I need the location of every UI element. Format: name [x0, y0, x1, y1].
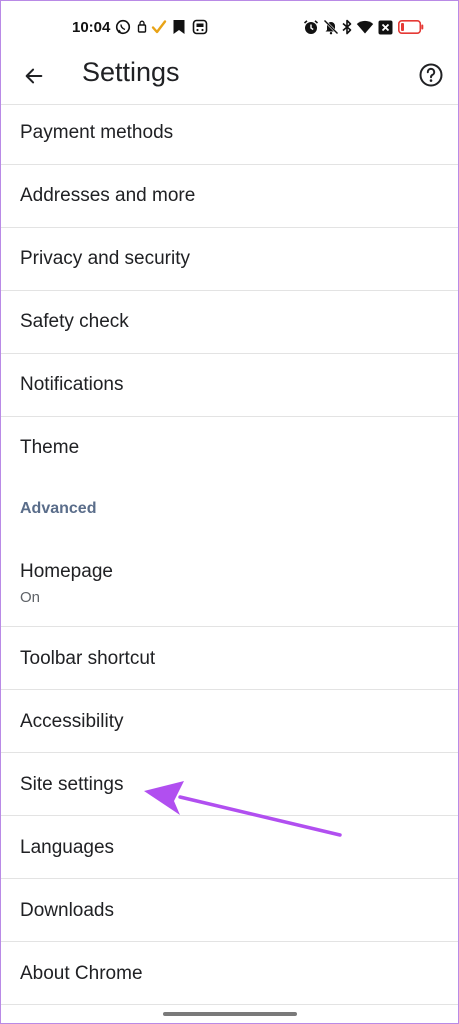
settings-item-label: Downloads [20, 900, 114, 921]
bus-icon [192, 18, 208, 36]
bookmark-icon [172, 18, 186, 36]
settings-item-privacy-security[interactable]: Privacy and security [0, 228, 459, 290]
alarm-icon [303, 18, 319, 36]
settings-item-label: Addresses and more [20, 185, 196, 206]
settings-item-label: About Chrome [20, 963, 143, 984]
settings-item-safety-check[interactable]: Safety check [0, 291, 459, 353]
help-button[interactable] [416, 60, 446, 90]
settings-item-label: Toolbar shortcut [20, 648, 156, 669]
settings-item-addresses[interactable]: Addresses and more [0, 165, 459, 227]
help-icon [419, 63, 443, 87]
settings-item-homepage[interactable]: Homepage On [0, 545, 459, 626]
settings-item-label: Accessibility [20, 711, 124, 732]
settings-item-label: Notifications [20, 374, 124, 395]
wifi-icon [356, 18, 374, 36]
app-bar: Settings [0, 48, 459, 104]
settings-item-label: Languages [20, 837, 115, 858]
settings-item-payment-methods[interactable]: Payment methods [0, 105, 459, 164]
settings-item-label: Safety check [20, 311, 129, 332]
settings-item-toolbar-shortcut[interactable]: Toolbar shortcut [0, 627, 459, 689]
settings-item-summary: On [20, 589, 41, 606]
settings-item-notifications[interactable]: Notifications [0, 354, 459, 416]
settings-item-label: Theme [20, 437, 80, 458]
settings-item-label: Site settings [20, 774, 124, 795]
whatsapp-icon [115, 18, 131, 36]
status-bar: 10:04 [0, 0, 459, 48]
check-icon [151, 18, 167, 36]
battery-low-icon [398, 18, 424, 36]
divider [0, 1004, 459, 1005]
back-button[interactable] [18, 60, 50, 92]
settings-item-label: Homepage [20, 561, 113, 582]
settings-item-languages[interactable]: Languages [0, 816, 459, 878]
section-header-advanced: Advanced [20, 500, 97, 517]
sim-icon [378, 18, 393, 36]
page-title: Settings [82, 57, 180, 87]
settings-item-label: Privacy and security [20, 248, 191, 269]
mute-icon [323, 18, 339, 36]
settings-item-downloads[interactable]: Downloads [0, 879, 459, 941]
arrow-back-icon [25, 68, 43, 84]
settings-item-about-chrome[interactable]: About Chrome [0, 942, 459, 1004]
notification-icon [137, 18, 147, 36]
bluetooth-icon [340, 18, 354, 36]
gesture-nav-handle[interactable] [163, 1012, 297, 1016]
settings-item-label: Payment methods [20, 122, 174, 143]
settings-item-accessibility[interactable]: Accessibility [0, 690, 459, 752]
settings-item-site-settings[interactable]: Site settings [0, 753, 459, 815]
settings-item-theme[interactable]: Theme [0, 417, 459, 479]
status-time: 10:04 [72, 19, 111, 36]
